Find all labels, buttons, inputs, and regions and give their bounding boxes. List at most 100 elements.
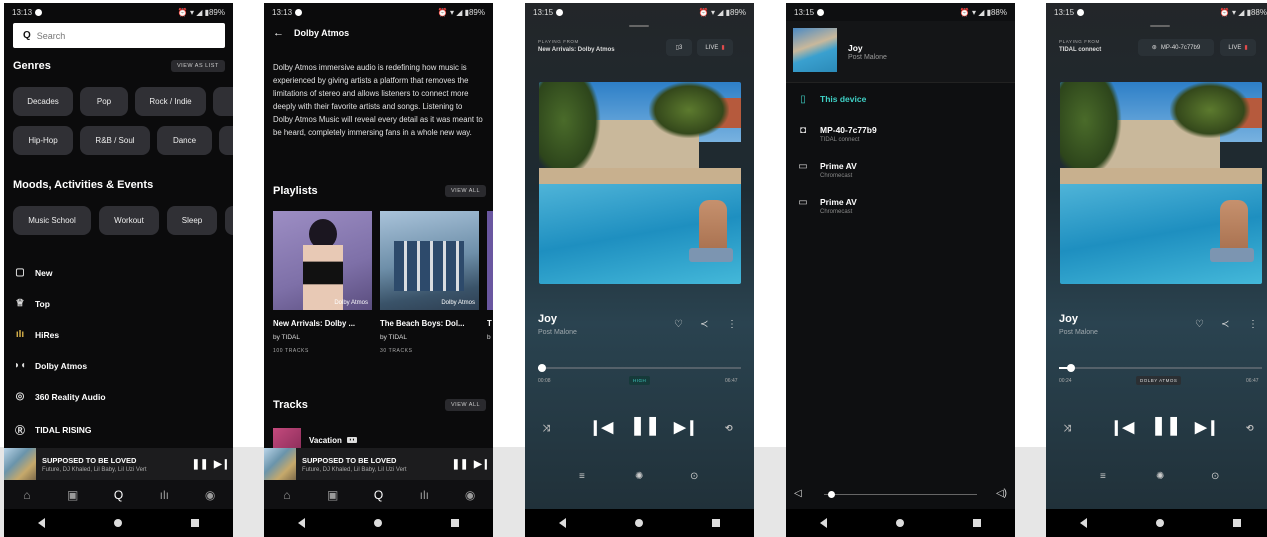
info-icon[interactable]: ⊙ bbox=[690, 471, 698, 482]
view-all-tracks-button[interactable]: VIEW ALL bbox=[445, 399, 487, 411]
profile-tab-icon[interactable]: ◉ bbox=[199, 484, 221, 506]
shuffle-icon[interactable]: ⤨ bbox=[1064, 423, 1071, 434]
home-nav-icon[interactable] bbox=[113, 519, 122, 527]
pause-icon[interactable]: ❚❚ bbox=[630, 415, 660, 436]
menu-item-hires[interactable]: ıIı HiRes bbox=[13, 329, 59, 340]
search-tab-icon[interactable]: Q bbox=[107, 484, 129, 506]
devices-button[interactable]: ▯ 3 bbox=[666, 39, 692, 56]
next-icon[interactable]: ▶❙ bbox=[1195, 418, 1219, 436]
progress-bar[interactable] bbox=[538, 364, 741, 372]
repeat-icon[interactable]: ⟲ bbox=[725, 423, 733, 434]
stats-tab-icon[interactable]: ılı bbox=[413, 484, 435, 506]
volume-knob[interactable] bbox=[828, 491, 835, 498]
previous-icon[interactable]: ❙◀ bbox=[589, 418, 613, 436]
recents-nav-icon[interactable] bbox=[711, 519, 720, 527]
live-button[interactable]: LIVE ▮ bbox=[1220, 39, 1256, 56]
quality-badge[interactable]: DOLBY ATMOS bbox=[1136, 376, 1182, 385]
playlist-card[interactable]: Dolby Atmos bbox=[380, 211, 479, 310]
videos-tab-icon[interactable]: ▣ bbox=[62, 484, 84, 506]
home-nav-icon[interactable] bbox=[373, 519, 382, 527]
genre-chip-partial[interactable] bbox=[213, 87, 233, 116]
menu-item-top[interactable]: ♕ Top bbox=[13, 298, 50, 309]
genre-chip[interactable]: Rock / Indie bbox=[135, 87, 206, 116]
mood-chip[interactable]: Music School bbox=[13, 206, 91, 235]
recents-nav-icon[interactable] bbox=[972, 519, 981, 527]
profile-tab-icon[interactable]: ◉ bbox=[459, 484, 481, 506]
home-tab-icon[interactable]: ⌂ bbox=[276, 484, 298, 506]
info-icon[interactable]: ⊙ bbox=[1211, 471, 1219, 482]
mini-player[interactable]: SUPPOSED TO BE LOVED Future, DJ Khaled, … bbox=[4, 448, 233, 480]
pause-icon[interactable]: ❚❚ bbox=[449, 459, 471, 470]
recents-nav-icon[interactable] bbox=[1232, 519, 1241, 527]
device-item-this-device[interactable]: ▯ This device bbox=[796, 94, 866, 105]
shuffle-icon[interactable]: ⤨ bbox=[543, 423, 550, 434]
progress-knob[interactable] bbox=[1067, 364, 1075, 372]
view-all-playlists-button[interactable]: VIEW ALL bbox=[445, 185, 487, 197]
home-nav-icon[interactable] bbox=[895, 519, 904, 527]
progress-knob[interactable] bbox=[538, 364, 546, 372]
menu-item-dolby[interactable]: ◗◖ Dolby Atmos bbox=[13, 360, 87, 371]
back-nav-icon[interactable] bbox=[1080, 518, 1088, 528]
previous-icon[interactable]: ❙◀ bbox=[1110, 418, 1134, 436]
pause-icon[interactable]: ❚❚ bbox=[1151, 415, 1181, 436]
mood-chip[interactable]: Workout bbox=[99, 206, 159, 235]
device-item-mp40[interactable]: ◘ MP-40-7c77b9 TIDAL connect bbox=[796, 125, 877, 143]
heart-icon[interactable]: ♡ bbox=[674, 319, 683, 330]
search-tab-icon[interactable]: Q bbox=[367, 484, 389, 506]
song-artist[interactable]: Post Malone bbox=[1059, 329, 1098, 336]
recents-nav-icon[interactable] bbox=[450, 519, 459, 527]
genre-chip[interactable]: Hip-Hop bbox=[13, 126, 73, 155]
back-nav-icon[interactable] bbox=[298, 518, 306, 528]
menu-item-rising[interactable]: Ⓡ TIDAL RISING bbox=[13, 422, 92, 438]
next-icon[interactable]: ▶❙ bbox=[674, 418, 698, 436]
playlist-card-partial[interactable] bbox=[487, 211, 493, 310]
drag-handle[interactable] bbox=[1150, 25, 1170, 27]
mood-chip-partial[interactable] bbox=[225, 206, 233, 235]
queue-icon[interactable]: ≡ bbox=[1100, 471, 1106, 482]
genre-chip[interactable]: R&B / Soul bbox=[80, 126, 150, 155]
live-button[interactable]: LIVE ▮ bbox=[697, 39, 733, 56]
drag-handle[interactable] bbox=[629, 25, 649, 27]
videos-tab-icon[interactable]: ▣ bbox=[322, 484, 344, 506]
genre-chip-partial[interactable] bbox=[219, 126, 233, 155]
playing-from-source[interactable]: TIDAL connect bbox=[1059, 47, 1101, 53]
more-icon[interactable]: ⋮ bbox=[1248, 319, 1258, 330]
search-input[interactable]: Q Search bbox=[13, 23, 225, 48]
genre-chip[interactable]: Pop bbox=[80, 87, 128, 116]
mood-chip[interactable]: Sleep bbox=[167, 206, 217, 235]
back-nav-icon[interactable] bbox=[38, 518, 46, 528]
playing-from-source[interactable]: New Arrivals: Dolby Atmos bbox=[538, 47, 615, 53]
device-item-prime-av-2[interactable]: ▭ Prime AV Chromecast bbox=[796, 197, 857, 215]
home-nav-icon[interactable] bbox=[1155, 519, 1164, 527]
genre-chip[interactable]: Decades bbox=[13, 87, 73, 116]
back-arrow-icon[interactable]: ← bbox=[273, 27, 284, 39]
stats-tab-icon[interactable]: ılı bbox=[153, 484, 175, 506]
quality-badge[interactable]: HIGH bbox=[629, 376, 651, 385]
next-icon[interactable]: ▶❙ bbox=[211, 459, 233, 470]
genre-chip[interactable]: Dance bbox=[157, 126, 212, 155]
visualizer-icon[interactable]: ✺ bbox=[1156, 471, 1164, 482]
home-tab-icon[interactable]: ⌂ bbox=[16, 484, 38, 506]
back-nav-icon[interactable] bbox=[559, 518, 567, 528]
share-icon[interactable]: ≺ bbox=[1221, 319, 1229, 330]
pause-icon[interactable]: ❚❚ bbox=[189, 459, 211, 470]
menu-item-360[interactable]: ◎ 360 Reality Audio bbox=[13, 391, 106, 402]
playlist-card[interactable]: Dolby Atmos bbox=[273, 211, 372, 310]
queue-icon[interactable]: ≡ bbox=[579, 471, 585, 482]
progress-bar[interactable] bbox=[1059, 364, 1262, 372]
device-item-prime-av[interactable]: ▭ Prime AV Chromecast bbox=[796, 161, 857, 179]
connected-device-button[interactable]: ⊛ MP-40-7c77b9 bbox=[1138, 39, 1214, 56]
recents-nav-icon[interactable] bbox=[190, 519, 199, 527]
visualizer-icon[interactable]: ✺ bbox=[635, 471, 643, 482]
song-artist[interactable]: Post Malone bbox=[538, 329, 577, 336]
next-icon[interactable]: ▶❙ bbox=[471, 459, 493, 470]
home-nav-icon[interactable] bbox=[634, 519, 643, 527]
mini-player[interactable]: SUPPOSED TO BE LOVED Future, DJ Khaled, … bbox=[264, 448, 493, 480]
back-nav-icon[interactable] bbox=[820, 518, 828, 528]
repeat-icon[interactable]: ⟲ bbox=[1246, 423, 1254, 434]
more-icon[interactable]: ⋮ bbox=[727, 319, 737, 330]
volume-slider[interactable]: ◁ ◁) bbox=[794, 488, 1007, 502]
heart-icon[interactable]: ♡ bbox=[1195, 319, 1204, 330]
menu-item-new[interactable]: ▢ New bbox=[13, 267, 52, 278]
view-as-list-button[interactable]: VIEW AS LIST bbox=[171, 60, 225, 72]
